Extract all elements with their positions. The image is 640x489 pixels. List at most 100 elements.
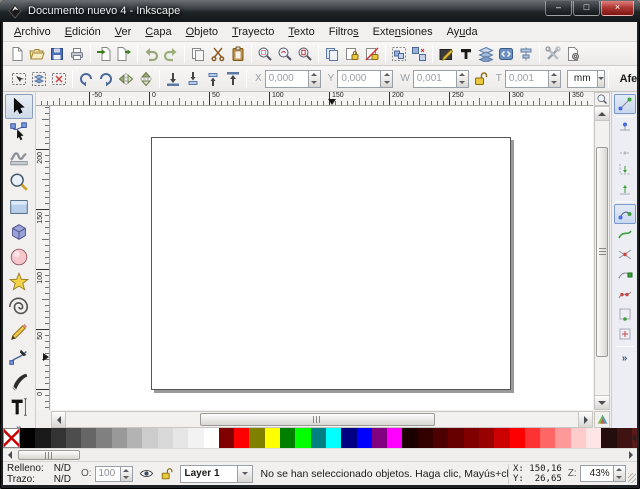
rotate-cw-button[interactable] <box>96 69 116 89</box>
open-document-button[interactable] <box>27 44 47 64</box>
color-swatch[interactable] <box>265 428 280 448</box>
new-document-button[interactable] <box>7 44 27 64</box>
snap-paths-button[interactable] <box>614 224 636 244</box>
color-swatch[interactable] <box>311 428 326 448</box>
menu-item-extensiones[interactable]: Extensiones <box>366 23 440 41</box>
vertical-scrollbar[interactable] <box>594 106 610 410</box>
maximize-button[interactable]: □ <box>573 1 600 16</box>
color-swatch[interactable] <box>601 428 616 448</box>
palette-scrollbar[interactable] <box>3 448 637 461</box>
scroll-up-button[interactable] <box>595 107 609 121</box>
print-button[interactable] <box>67 44 87 64</box>
document-properties-button[interactable] <box>563 44 583 64</box>
menu-item-trayecto[interactable]: Trayecto <box>225 23 281 41</box>
tweak-tool-button[interactable] <box>5 144 33 169</box>
snap-bbox-edges-button[interactable] <box>614 139 636 159</box>
color-swatch[interactable] <box>510 428 525 448</box>
palette-overflow-arrow[interactable] <box>632 434 636 442</box>
layer-selector[interactable]: Layer 1 <box>180 465 253 483</box>
opacity-input[interactable]: 100 <box>95 466 121 482</box>
color-swatch[interactable] <box>357 428 372 448</box>
lock-dimensions-button[interactable] <box>471 69 491 89</box>
raise-to-top-button[interactable] <box>223 69 243 89</box>
units-dropdown-button[interactable] <box>598 70 605 88</box>
palette-scroll-left-button[interactable] <box>3 449 16 461</box>
horizontal-scrollbar-thumb[interactable] <box>200 413 435 426</box>
export-button[interactable] <box>114 44 134 64</box>
color-swatch[interactable] <box>204 428 219 448</box>
zoom-page-button[interactable] <box>295 44 315 64</box>
layer-dropdown-button[interactable] <box>238 465 253 483</box>
w-spinner[interactable] <box>457 70 469 88</box>
scroll-down-button[interactable] <box>595 395 609 409</box>
layer-visibility-icon[interactable] <box>139 466 154 481</box>
deselect-button[interactable] <box>49 69 69 89</box>
snap-enable-button[interactable] <box>614 94 636 114</box>
opacity-spinner[interactable] <box>121 466 133 482</box>
color-swatch[interactable] <box>20 428 35 448</box>
color-swatch[interactable] <box>555 428 570 448</box>
color-swatch[interactable] <box>112 428 127 448</box>
zoom-selection-button[interactable] <box>255 44 275 64</box>
color-swatch[interactable] <box>479 428 494 448</box>
import-button[interactable] <box>94 44 114 64</box>
color-swatch[interactable] <box>341 428 356 448</box>
snap-bbox-button[interactable] <box>614 119 636 139</box>
spiral-tool-button[interactable] <box>5 294 33 319</box>
menu-item-filtros[interactable]: Filtros <box>322 23 366 41</box>
color-swatch[interactable] <box>586 428 601 448</box>
snap-midpoints-button[interactable] <box>614 304 636 324</box>
zoom-input[interactable]: 43% <box>580 465 614 482</box>
layers-dialog-button[interactable] <box>476 44 496 64</box>
menu-item-edicion[interactable]: Edición <box>58 23 108 41</box>
color-swatch[interactable] <box>173 428 188 448</box>
snap-path-intersections-button[interactable] <box>614 244 636 264</box>
save-document-button[interactable] <box>47 44 67 64</box>
zoom-drawing-button[interactable] <box>275 44 295 64</box>
color-swatch-none[interactable] <box>3 428 20 448</box>
color-swatch[interactable] <box>280 428 295 448</box>
color-swatch[interactable] <box>142 428 157 448</box>
palette-scroll-right-button[interactable] <box>624 449 637 461</box>
cut-button[interactable] <box>208 44 228 64</box>
pen-tool-button[interactable] <box>5 344 33 369</box>
color-swatch[interactable] <box>127 428 142 448</box>
x-input[interactable]: 0,000 <box>265 70 309 88</box>
rotate-ccw-button[interactable] <box>76 69 96 89</box>
palette-scrollbar-thumb[interactable] <box>18 450 80 460</box>
raise-button[interactable] <box>203 69 223 89</box>
duplicate-button[interactable] <box>322 44 342 64</box>
scroll-right-button[interactable] <box>578 412 592 427</box>
copy-button[interactable] <box>188 44 208 64</box>
color-swatch[interactable] <box>219 428 234 448</box>
paste-button[interactable] <box>228 44 248 64</box>
w-input[interactable]: 0,001 <box>413 70 457 88</box>
color-swatch[interactable] <box>372 428 387 448</box>
fill-stroke-indicator[interactable]: Relleno: N/D Trazo: N/D <box>7 463 71 485</box>
color-swatch[interactable] <box>51 428 66 448</box>
sticky-zoom-button[interactable] <box>594 92 610 106</box>
lower-to-bottom-button[interactable] <box>163 69 183 89</box>
star-tool-button[interactable] <box>5 269 33 294</box>
minimize-button[interactable]: – <box>545 1 572 16</box>
flip-vertical-button[interactable] <box>136 69 156 89</box>
color-swatch[interactable] <box>326 428 341 448</box>
color-swatch[interactable] <box>249 428 264 448</box>
color-swatch[interactable] <box>402 428 417 448</box>
snap-cusp-nodes-button[interactable] <box>614 264 636 284</box>
node-editor-tool-button[interactable] <box>5 119 33 144</box>
color-swatch[interactable] <box>433 428 448 448</box>
menu-item-ayuda[interactable]: Ayuda <box>440 23 485 41</box>
color-swatch[interactable] <box>96 428 111 448</box>
zoom-tool-button[interactable] <box>5 169 33 194</box>
color-swatch[interactable] <box>81 428 96 448</box>
ellipse-tool-button[interactable] <box>5 244 33 269</box>
y-spinner[interactable] <box>381 70 393 88</box>
lower-button[interactable] <box>183 69 203 89</box>
unlink-clone-button[interactable] <box>362 44 382 64</box>
resize-grip[interactable] <box>628 473 636 483</box>
color-swatch[interactable] <box>387 428 402 448</box>
titlebar[interactable]: Documento nuevo 4 - Inkscape – □ × <box>0 0 640 22</box>
canvas[interactable] <box>51 106 593 410</box>
menu-item-ver[interactable]: Ver <box>108 23 139 41</box>
